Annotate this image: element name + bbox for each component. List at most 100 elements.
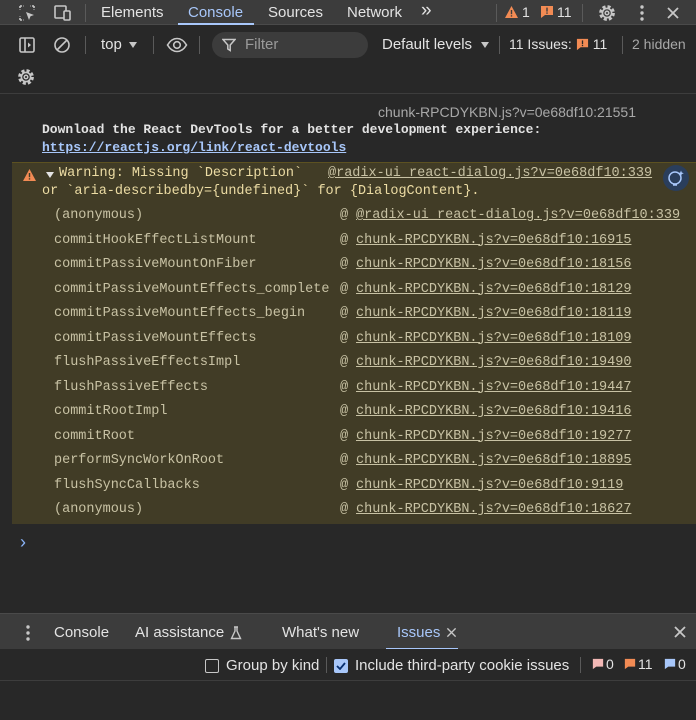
context-selector-value: top <box>101 36 122 53</box>
toolbar-divider <box>622 36 623 54</box>
stack-frame-link[interactable]: chunk-RPCDYKBN.js?v=0e68df10:18129 <box>356 282 631 297</box>
react-devtools-message: Download the React DevTools for a better… <box>42 122 542 137</box>
stack-frame-at-symbol: @ <box>340 502 349 517</box>
filter-placeholder: Filter <box>245 36 279 53</box>
stack-frame-row: (anonymous) @ chunk-RPCDYKBN.js?v=0e68df10… <box>12 502 696 522</box>
clear-console-icon[interactable] <box>51 34 73 56</box>
drawer-tab-issues[interactable]: Issues <box>397 624 457 641</box>
close-drawer-icon[interactable] <box>669 621 691 643</box>
info-issues-counter[interactable]: 0 <box>664 656 686 672</box>
more-options-icon[interactable] <box>631 2 653 24</box>
toolbar-divider <box>85 36 86 54</box>
warning-issues-count: 11 <box>638 656 653 672</box>
stack-frame-link[interactable]: @radix-ui_react-dialog.js?v=0e68df10:339 <box>356 208 680 223</box>
error-issues-counter[interactable]: 0 <box>592 656 614 672</box>
error-flag-icon <box>592 658 604 670</box>
stack-frame-link[interactable]: chunk-RPCDYKBN.js?v=0e68df10:18119 <box>356 306 631 321</box>
message-source-link[interactable]: chunk-RPCDYKBN.js?v=0e68df10:21551 <box>378 104 636 120</box>
stack-frame-link[interactable]: chunk-RPCDYKBN.js?v=0e68df10:19277 <box>356 429 631 444</box>
warning-source-link[interactable]: @radix-ui_react-dialog.js?v=0e68df10:339 <box>328 166 652 181</box>
stack-frame-at-symbol: @ <box>340 281 349 297</box>
stack-frame-link[interactable]: chunk-RPCDYKBN.js?v=0e68df10:18895 <box>356 453 631 468</box>
stack-frame-function: flushPassiveEffectsImpl <box>54 355 241 370</box>
stack-frame-link[interactable]: chunk-RPCDYKBN.js?v=0e68df10:19416 <box>356 404 631 419</box>
device-toolbar-icon[interactable] <box>51 2 73 24</box>
stack-frame-at-symbol: @ <box>340 208 349 223</box>
settings-gear-icon[interactable] <box>596 2 618 24</box>
console-toolbar: top Filter Default levels 11 Issues: 11 … <box>0 26 696 94</box>
log-levels-dropdown[interactable]: Default levels <box>382 36 490 53</box>
devtools-tab-bar: Elements Console Sources Network » 1 11 <box>0 0 696 25</box>
error-issues-count: 0 <box>606 656 614 672</box>
issue-flag-icon <box>541 6 553 18</box>
show-sidebar-icon[interactable] <box>16 34 38 56</box>
stack-frame-row: flushPassiveEffectsImpl @ chunk-RPCDYKBN.j… <box>12 355 696 375</box>
stack-frame-link[interactable]: chunk-RPCDYKBN.js?v=0e68df10:18109 <box>356 331 631 346</box>
tab-console[interactable]: Console <box>188 0 243 25</box>
stack-frame-function: (anonymous) <box>54 208 144 223</box>
stack-frame-function: flushSyncCallbacks <box>54 477 200 493</box>
drawer-menu-icon[interactable] <box>17 622 39 644</box>
stack-frame-at-symbol: @ <box>340 379 349 395</box>
stack-frame-row: flushSyncCallbacks @ chunk-RPCDYKBN.js?v=0… <box>12 478 696 498</box>
warning-flag-icon <box>624 658 636 670</box>
warning-text-line1: Warning: Missing `Description` <box>59 166 303 181</box>
drawer-tab-issues-label: Issues <box>397 624 441 641</box>
stack-frame-link[interactable]: chunk-RPCDYKBN.js?v=0e68df10:9119 <box>356 478 623 493</box>
stack-frame-row: commitRootImpl @ chunk-RPCDYKBN.js?v=0e68d… <box>12 404 696 424</box>
stack-frame-link[interactable]: chunk-RPCDYKBN.js?v=0e68df10:16915 <box>356 233 631 248</box>
react-devtools-link[interactable]: https://reactjs.org/link/react-devtools <box>42 140 346 155</box>
stack-frame-link[interactable]: chunk-RPCDYKBN.js?v=0e68df10:18627 <box>356 502 631 517</box>
stack-frame-link[interactable]: chunk-RPCDYKBN.js?v=0e68df10:19490 <box>356 355 631 370</box>
stack-frame-link[interactable]: chunk-RPCDYKBN.js?v=0e68df10:18156 <box>356 257 631 272</box>
warnings-counter[interactable]: 1 <box>504 4 530 20</box>
stack-frame-function: commitPassiveMountEffects <box>54 330 257 346</box>
tab-elements[interactable]: Elements <box>101 0 164 25</box>
stack-frame-at-symbol: @ <box>340 330 349 346</box>
warnings-count: 1 <box>522 4 530 20</box>
warning-message: Warning: Missing `Description` or `aria-… <box>12 162 696 524</box>
stack-frame-function: commitPassiveMountOnFiber <box>54 257 257 272</box>
chevron-down-icon <box>128 41 137 48</box>
third-party-cookie-checkbox[interactable]: Include third-party cookie issues <box>334 657 569 674</box>
stack-frame-function: commitRoot <box>54 428 136 444</box>
console-settings-gear-icon[interactable] <box>15 66 37 88</box>
stack-frame-function: commitRootImpl <box>54 404 168 419</box>
filter-funnel-icon <box>222 38 236 52</box>
console-prompt-icon[interactable]: › <box>20 532 26 553</box>
stack-frame-at-symbol: @ <box>340 306 349 321</box>
close-devtools-icon[interactable] <box>662 2 684 24</box>
group-by-kind-checkbox[interactable]: Group by kind <box>205 657 319 674</box>
stack-frame-link[interactable]: chunk-RPCDYKBN.js?v=0e68df10:19447 <box>356 380 631 395</box>
issues-toolbar-count: 11 <box>592 36 608 52</box>
more-tabs-icon[interactable]: » <box>421 0 432 23</box>
tab-sources[interactable]: Sources <box>268 0 323 25</box>
stack-frame-row: commitPassiveMountEffects_begin @ chunk-RP… <box>12 306 696 326</box>
filter-input[interactable]: Filter <box>212 32 368 58</box>
active-tab-indicator <box>178 23 254 25</box>
tab-network[interactable]: Network <box>347 0 402 25</box>
toolbar-divider <box>199 36 200 54</box>
live-expression-eye-icon[interactable] <box>165 34 189 56</box>
drawer-tab-whats-new[interactable]: What's new <box>282 624 359 641</box>
drawer-tab-ai-assistance[interactable]: AI assistance <box>135 624 242 641</box>
console-messages: chunk-RPCDYKBN.js?v=0e68df10:21551 Downl… <box>0 95 696 612</box>
inspect-element-icon[interactable] <box>16 2 38 24</box>
drawer-tab-ai-assistance-label: AI assistance <box>135 624 225 641</box>
checkbox-checked-icon[interactable] <box>334 658 348 673</box>
context-selector[interactable]: top <box>101 36 138 53</box>
ai-explain-icon[interactable] <box>663 165 689 191</box>
stack-frame-row: commitHookEffectListMount @ chunk-RPCDYKBN… <box>12 233 696 253</box>
warning-triangle-icon <box>23 169 36 181</box>
stack-frame-function: commitPassiveMountEffects_begin <box>54 306 306 321</box>
group-by-kind-box[interactable] <box>205 658 219 673</box>
toolbar-divider <box>496 4 497 22</box>
drawer-tab-console[interactable]: Console <box>54 624 109 641</box>
issues-link[interactable]: 11 Issues: 11 <box>509 36 607 52</box>
stack-frame-at-symbol: @ <box>340 257 349 272</box>
warning-issues-counter[interactable]: 11 <box>624 656 653 672</box>
stack-frame-function: flushPassiveEffects <box>54 379 208 395</box>
issues-counter[interactable]: 11 <box>540 4 572 20</box>
close-tab-icon[interactable] <box>446 627 457 638</box>
expand-triangle-icon[interactable] <box>45 171 55 179</box>
